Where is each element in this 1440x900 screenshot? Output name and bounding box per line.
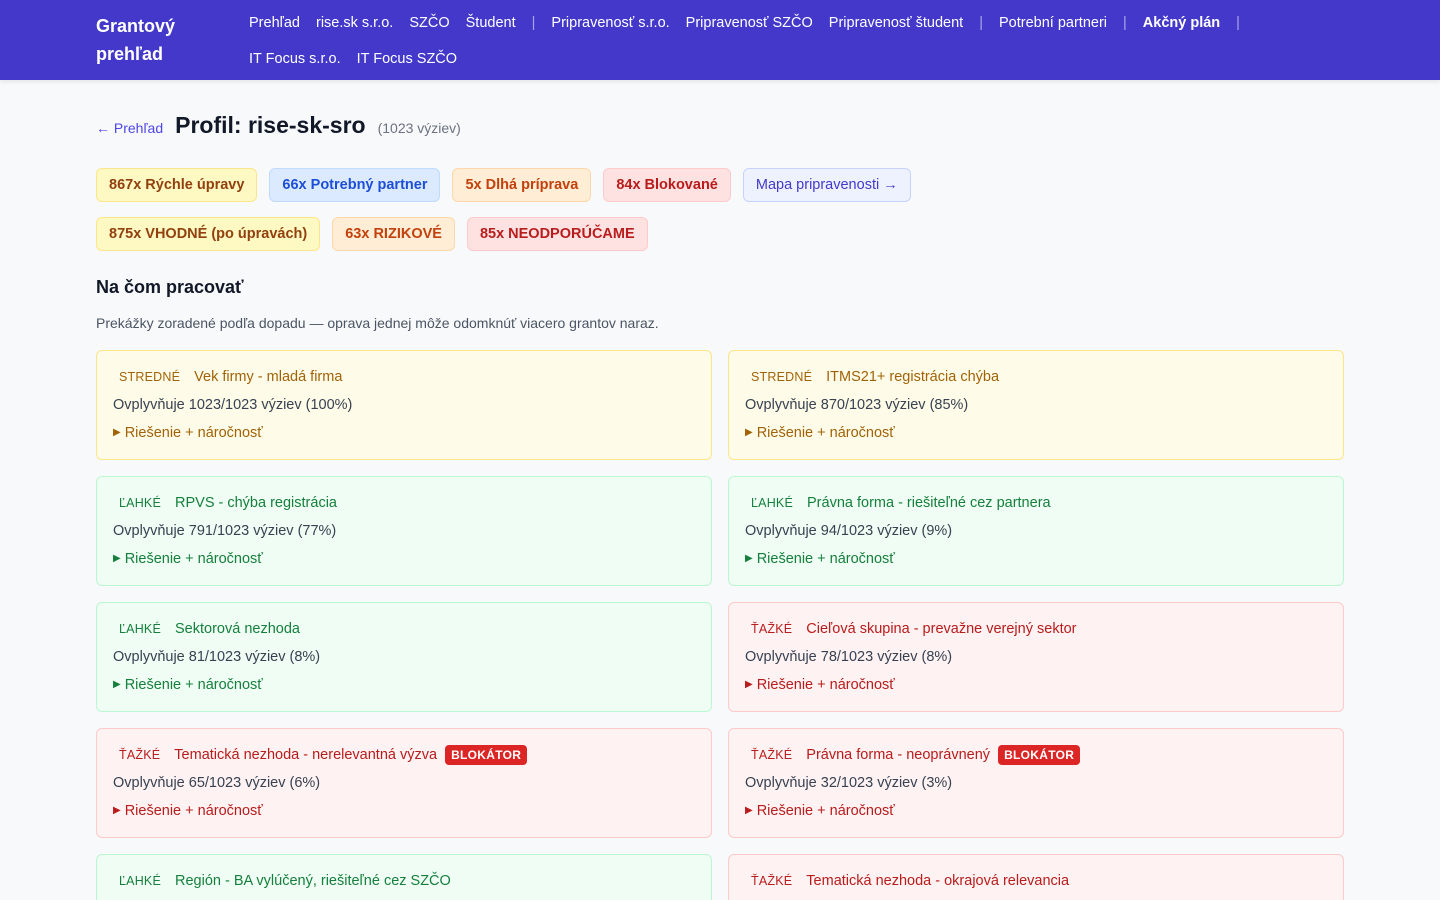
blocker-badge: BLOKÁTOR bbox=[445, 745, 528, 765]
severity-label: STREDNÉ bbox=[119, 370, 181, 384]
nav-link-rise-sk[interactable]: rise.sk s.r.o. bbox=[316, 9, 393, 37]
obstacle-card: STREDNÉ ITMS21+ registrácia chýba Ovplyvň… bbox=[728, 350, 1344, 460]
obstacle-card: ŤAŽKÉ Právna forma - neoprávnený BLOKÁTOR … bbox=[728, 728, 1344, 838]
severity-label: STREDNÉ bbox=[751, 370, 813, 384]
severity-label: ŤAŽKÉ bbox=[751, 748, 793, 762]
solution-toggle[interactable]: ▶ Riešenie + náročnosť bbox=[113, 549, 695, 569]
triangle-right-icon: ▶ bbox=[113, 805, 121, 816]
obstacle-card: ĽAHKÉ RPVS - chýba registrácia Ovplyvňuje… bbox=[96, 476, 712, 586]
obstacle-title: Vek firmy - mladá firma bbox=[194, 369, 343, 385]
pill-quick-fixes: 867x Rýchle úpravy bbox=[96, 168, 258, 202]
nav-separator: | bbox=[1236, 15, 1240, 31]
obstacle-card: STREDNÉ Vek firmy - mladá firma Ovplyvňuj… bbox=[96, 350, 712, 460]
obstacle-title: Cieľová skupina - prevažne verejný sekto… bbox=[806, 621, 1077, 637]
brand-title[interactable]: Grantový prehľad bbox=[96, 12, 206, 68]
summary-pills: 867x Rýchle úpravy 66x Potrebný partner … bbox=[96, 168, 923, 202]
triangle-right-icon: ▶ bbox=[745, 553, 753, 564]
pill-not-recommended: 85x NEODPORÚČAME bbox=[466, 217, 648, 251]
solution-toggle[interactable]: ▶ Riešenie + náročnosť bbox=[745, 801, 1327, 821]
impact-text: Ovplyvňuje 791/1023 výziev (77%) bbox=[113, 523, 337, 539]
nav-link-potrebni-partneri[interactable]: Potrební partneri bbox=[999, 9, 1107, 37]
obstacle-title: RPVS - chýba registrácia bbox=[175, 495, 337, 511]
impact-text: Ovplyvňuje 1023/1023 výziev (100%) bbox=[113, 397, 353, 413]
nav-link-student[interactable]: Študent bbox=[466, 9, 516, 37]
obstacle-title: Tematická nezhoda - nerelevantná výzva bbox=[174, 747, 438, 763]
obstacle-title: Právna forma - riešiteľné cez partnera bbox=[807, 495, 1051, 511]
verdict-pills: 875x VHODNÉ (po úpravách) 63x RIZIKOVÉ 8… bbox=[96, 217, 660, 251]
impact-text: Ovplyvňuje 32/1023 výziev (3%) bbox=[745, 775, 953, 791]
nav-link-pripravenost-szco[interactable]: Pripravenosť SZČO bbox=[686, 9, 813, 37]
obstacle-title: Región - BA vylúčený, riešiteľné cez SZČ… bbox=[175, 873, 451, 889]
solution-toggle-label: Riešenie + náročnosť bbox=[124, 803, 263, 819]
solution-toggle[interactable]: ▶ Riešenie + náročnosť bbox=[113, 675, 695, 695]
impact-text: Ovplyvňuje 81/1023 výziev (8%) bbox=[113, 649, 321, 665]
obstacle-card: ĽAHKÉ Región - BA vylúčený, riešiteľné ce… bbox=[96, 854, 712, 900]
readiness-map-link[interactable]: Mapa pripravenosti → bbox=[742, 168, 911, 202]
solution-toggle[interactable]: ▶ Riešenie + náročnosť bbox=[113, 801, 695, 821]
obstacle-card: ĽAHKÉ Právna forma - riešiteľné cez partn… bbox=[728, 476, 1344, 586]
severity-label: ĽAHKÉ bbox=[119, 496, 161, 510]
nav-separator: | bbox=[979, 15, 983, 31]
top-navigation: Grantový prehľad Prehľad rise.sk s.r.o. … bbox=[0, 0, 1440, 80]
obstacle-card: ŤAŽKÉ Cieľová skupina - prevažne verejný … bbox=[728, 602, 1344, 712]
obstacle-title: Sektorová nezhoda bbox=[175, 621, 300, 637]
back-link[interactable]: ← Prehľad bbox=[96, 120, 163, 136]
solution-toggle[interactable]: ▶ Riešenie + náročnosť bbox=[745, 675, 1327, 695]
pill-risky: 63x RIZIKOVÉ bbox=[332, 217, 455, 251]
blocker-badge: BLOKÁTOR bbox=[998, 745, 1081, 765]
triangle-right-icon: ▶ bbox=[113, 427, 121, 438]
severity-label: ĽAHKÉ bbox=[751, 496, 793, 510]
nav-separator: | bbox=[531, 15, 536, 31]
section-description: Prekážky zoradené podľa dopadu — oprava … bbox=[96, 315, 659, 331]
nav-link-prehlad[interactable]: Prehľad bbox=[249, 9, 300, 37]
nav-link-akcny-plan[interactable]: Akčný plán bbox=[1143, 9, 1220, 37]
solution-toggle-label: Riešenie + náročnosť bbox=[756, 677, 895, 693]
pill-suitable: 875x VHODNÉ (po úpravách) bbox=[96, 217, 321, 251]
nav-link-pripravenost-student[interactable]: Pripravenosť študent bbox=[829, 9, 963, 37]
severity-label: ŤAŽKÉ bbox=[119, 748, 161, 762]
obstacle-card: ĽAHKÉ Sektorová nezhoda Ovplyvňuje 81/102… bbox=[96, 602, 712, 712]
severity-label: ŤAŽKÉ bbox=[751, 622, 793, 636]
nav-link-pripravenost-sro[interactable]: Pripravenosť s.r.o. bbox=[551, 9, 669, 37]
solution-toggle-label: Riešenie + náročnosť bbox=[756, 803, 895, 819]
triangle-right-icon: ▶ bbox=[113, 553, 121, 564]
obstacle-title: ITMS21+ registrácia chýba bbox=[826, 369, 1000, 385]
impact-text: Ovplyvňuje 78/1023 výziev (8%) bbox=[745, 649, 953, 665]
pill-long-preparation: 5x Dlhá príprava bbox=[452, 168, 592, 202]
triangle-right-icon: ▶ bbox=[113, 679, 121, 690]
obstacle-card: ŤAŽKÉ Tematická nezhoda - nerelevantná vý… bbox=[96, 728, 712, 838]
section-title: Na čom pracovať bbox=[96, 277, 244, 297]
impact-text: Ovplyvňuje 65/1023 výziev (6%) bbox=[113, 775, 321, 791]
triangle-right-icon: ▶ bbox=[745, 427, 753, 438]
page-title: Profil: rise-sk-sro bbox=[175, 112, 366, 138]
pill-blocked: 84x Blokované bbox=[603, 168, 731, 202]
solution-toggle[interactable]: ▶ Riešenie + náročnosť bbox=[113, 423, 695, 443]
solution-toggle[interactable]: ▶ Riešenie + náročnosť bbox=[745, 423, 1327, 443]
pill-partner-needed: 66x Potrebný partner bbox=[269, 168, 441, 202]
nav-link-it-focus-szco[interactable]: IT Focus SZČO bbox=[357, 45, 457, 73]
nav-link-szco[interactable]: SZČO bbox=[409, 9, 449, 37]
page-header: ← Prehľad Profil: rise-sk-sro (1023 výzi… bbox=[96, 112, 461, 139]
solution-toggle-label: Riešenie + náročnosť bbox=[756, 551, 895, 567]
impact-text: Ovplyvňuje 870/1023 výziev (85%) bbox=[745, 397, 969, 413]
obstacle-title: Tematická nezhoda - okrajová relevancia bbox=[806, 873, 1070, 889]
severity-label: ŤAŽKÉ bbox=[751, 874, 793, 888]
solution-toggle-label: Riešenie + náročnosť bbox=[124, 551, 263, 567]
severity-label: ĽAHKÉ bbox=[119, 622, 161, 636]
triangle-right-icon: ▶ bbox=[745, 805, 753, 816]
nav-link-it-focus-sro[interactable]: IT Focus s.r.o. bbox=[249, 45, 341, 73]
severity-label: ĽAHKÉ bbox=[119, 874, 161, 888]
impact-text: Ovplyvňuje 94/1023 výziev (9%) bbox=[745, 523, 953, 539]
triangle-right-icon: ▶ bbox=[745, 679, 753, 690]
nav-separator: | bbox=[1123, 15, 1127, 31]
obstacle-title: Právna forma - neoprávnený bbox=[806, 747, 991, 763]
solution-toggle-label: Riešenie + náročnosť bbox=[124, 677, 263, 693]
solution-toggle-label: Riešenie + náročnosť bbox=[756, 425, 895, 441]
solution-toggle[interactable]: ▶ Riešenie + náročnosť bbox=[745, 549, 1327, 569]
nav-links: Prehľad rise.sk s.r.o. SZČO Študent | Pr… bbox=[249, 9, 1359, 73]
call-count: (1023 výziev) bbox=[377, 120, 461, 136]
solution-toggle-label: Riešenie + náročnosť bbox=[124, 425, 263, 441]
obstacle-card: ŤAŽKÉ Tematická nezhoda - okrajová releva… bbox=[728, 854, 1344, 900]
